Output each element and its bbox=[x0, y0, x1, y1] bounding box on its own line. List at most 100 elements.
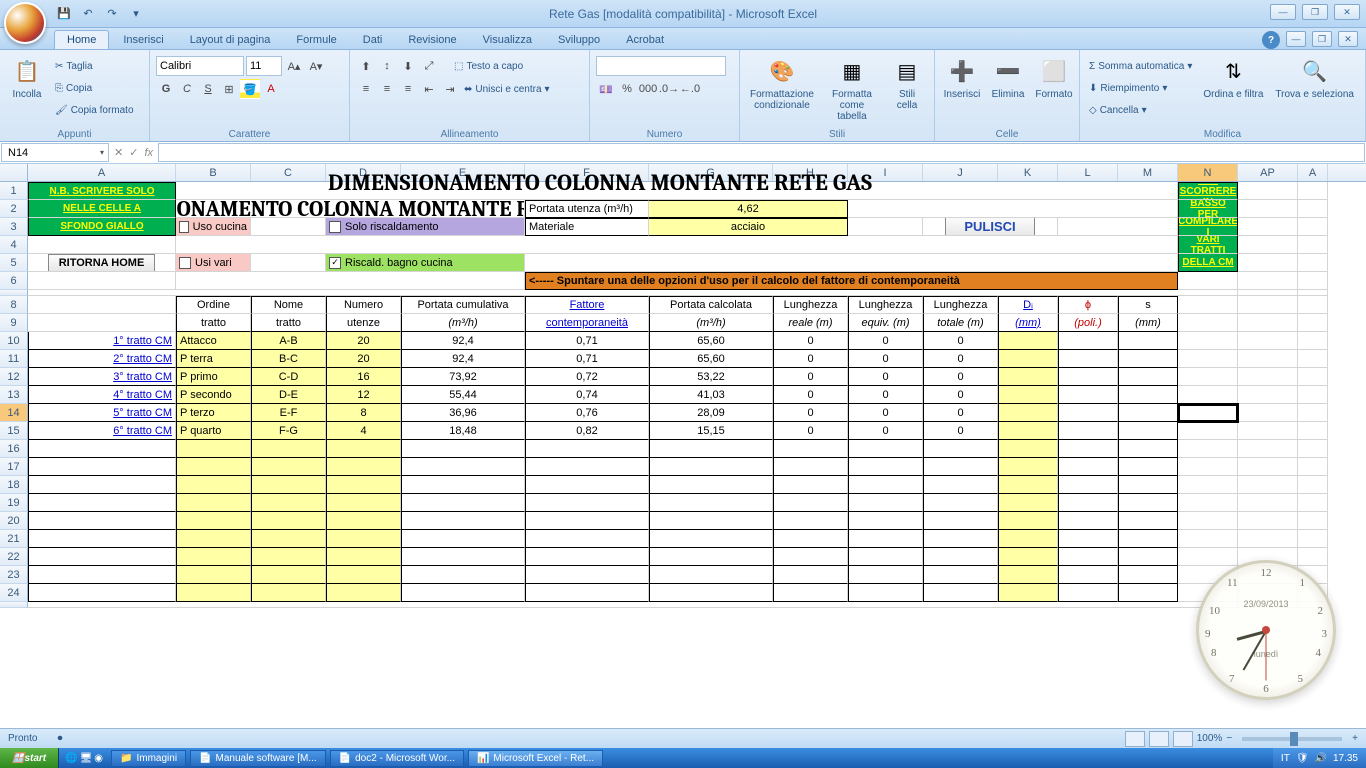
row-header[interactable]: 14 bbox=[0, 404, 28, 422]
col-header-AP[interactable]: AP bbox=[1238, 164, 1298, 181]
tab-dati[interactable]: Dati bbox=[351, 31, 395, 49]
col-header-L[interactable]: L bbox=[1058, 164, 1118, 181]
ritorna-home-button[interactable]: RITORNA HOME bbox=[28, 254, 176, 272]
minimize-button[interactable]: — bbox=[1270, 4, 1296, 20]
row-header[interactable] bbox=[0, 602, 28, 608]
col-header-G[interactable]: G bbox=[649, 164, 773, 181]
macro-record-icon[interactable]: ⏺ bbox=[57, 733, 62, 744]
row-header[interactable]: 10 bbox=[0, 332, 28, 350]
cell-styles-button[interactable]: ▤Stili cella bbox=[886, 53, 928, 113]
ribbon-minimize-button[interactable]: — bbox=[1286, 31, 1306, 47]
row-header[interactable]: 3 bbox=[0, 218, 28, 236]
paste-button[interactable]: 📋 Incolla bbox=[6, 53, 48, 102]
row-header[interactable]: 6 bbox=[0, 272, 28, 290]
merge-center-button[interactable]: ⬌ Unisci e centra ▾ bbox=[461, 79, 553, 99]
link-tratto[interactable]: 4° tratto CM bbox=[28, 386, 176, 404]
col-header-B[interactable]: B bbox=[176, 164, 251, 181]
view-normal-button[interactable] bbox=[1125, 731, 1145, 747]
row-header[interactable]: 11 bbox=[0, 350, 28, 368]
col-header-A[interactable]: A bbox=[1298, 164, 1328, 181]
clear-button[interactable]: ◇ Cancella ▾ bbox=[1086, 100, 1195, 120]
fill-button[interactable]: ⬇ Riempimento ▾ bbox=[1086, 78, 1195, 98]
col-header-D[interactable]: D bbox=[326, 164, 401, 181]
grow-font-icon[interactable]: A▴ bbox=[284, 56, 304, 76]
format-table-button[interactable]: ▦Formatta come tabella bbox=[822, 53, 882, 124]
border-button[interactable]: ⊞ bbox=[219, 79, 239, 99]
row-header[interactable]: 13 bbox=[0, 386, 28, 404]
taskbar-item-immagini[interactable]: 📁 Immagini bbox=[111, 750, 186, 767]
tab-layout[interactable]: Layout di pagina bbox=[178, 31, 283, 49]
col-header-C[interactable]: C bbox=[251, 164, 326, 181]
cut-button[interactable]: ✂ Taglia bbox=[52, 56, 137, 76]
link-fattore[interactable]: Fattore bbox=[525, 296, 649, 314]
tab-home[interactable]: Home bbox=[54, 30, 109, 49]
font-color-button[interactable]: A bbox=[261, 79, 281, 99]
row-header[interactable]: 22 bbox=[0, 548, 28, 566]
currency-icon[interactable]: 💷 bbox=[596, 79, 616, 99]
quicklaunch-chrome-icon[interactable]: ◉ bbox=[94, 753, 103, 764]
copy-button[interactable]: ⎘ Copia bbox=[52, 78, 137, 98]
row-header[interactable]: 5 bbox=[0, 254, 28, 272]
view-layout-button[interactable] bbox=[1149, 731, 1169, 747]
tab-formule[interactable]: Formule bbox=[284, 31, 348, 49]
fx-icon[interactable]: fx bbox=[144, 147, 153, 159]
link-tratto[interactable]: 5° tratto CM bbox=[28, 404, 176, 422]
row-header[interactable]: 15 bbox=[0, 422, 28, 440]
checkbox-uso-cucina[interactable]: Uso cucina bbox=[176, 218, 251, 236]
inc-decimal-icon[interactable]: .0→ bbox=[659, 79, 679, 99]
row-header[interactable]: 8 bbox=[0, 296, 28, 314]
checkbox-solo-risc[interactable]: Solo riscaldamento bbox=[326, 218, 525, 236]
tray-icon[interactable]: 🛡 bbox=[1296, 753, 1309, 764]
link-tratto[interactable]: 3° tratto CM bbox=[28, 368, 176, 386]
col-header-J[interactable]: J bbox=[923, 164, 998, 181]
checkbox-usi-vari[interactable]: Usi vari bbox=[176, 254, 251, 272]
confirm-fx-icon[interactable]: ✓ bbox=[129, 146, 138, 159]
tab-sviluppo[interactable]: Sviluppo bbox=[546, 31, 612, 49]
col-header-N[interactable]: N bbox=[1178, 164, 1238, 181]
font-name-select[interactable] bbox=[156, 56, 244, 76]
shrink-font-icon[interactable]: A▾ bbox=[306, 56, 326, 76]
sort-filter-button[interactable]: ⇅Ordina e filtra bbox=[1199, 53, 1267, 102]
close-button[interactable]: ✕ bbox=[1334, 4, 1360, 20]
maximize-button[interactable]: ❐ bbox=[1302, 4, 1328, 20]
align-center-icon[interactable]: ≡ bbox=[377, 79, 397, 99]
underline-button[interactable]: S bbox=[198, 79, 218, 99]
format-painter-button[interactable]: 🖌 Copia formato bbox=[52, 100, 137, 120]
col-header-M[interactable]: M bbox=[1118, 164, 1178, 181]
italic-button[interactable]: C bbox=[177, 79, 197, 99]
col-header-F[interactable]: F bbox=[525, 164, 649, 181]
taskbar-item-doc2[interactable]: 📄 doc2 - Microsoft Wor... bbox=[330, 750, 464, 767]
col-header-A[interactable]: A bbox=[28, 164, 176, 181]
materiale-value[interactable]: acciaio bbox=[649, 218, 848, 236]
checkbox-risc-bagno[interactable]: ✓Riscald. bagno cucina bbox=[326, 254, 525, 272]
align-left-icon[interactable]: ≡ bbox=[356, 79, 376, 99]
zoom-out-button[interactable]: − bbox=[1226, 733, 1232, 744]
tray-lang[interactable]: IT bbox=[1281, 753, 1290, 764]
col-header-E[interactable]: E bbox=[401, 164, 525, 181]
tab-revisione[interactable]: Revisione bbox=[396, 31, 468, 49]
bold-button[interactable]: G bbox=[156, 79, 176, 99]
align-middle-icon[interactable]: ↕ bbox=[377, 56, 397, 76]
name-box[interactable]: N14 bbox=[1, 143, 109, 162]
taskbar-item-manuale[interactable]: 📄 Manuale software [M... bbox=[190, 750, 326, 767]
percent-icon[interactable]: % bbox=[617, 79, 637, 99]
link-tratto[interactable]: 1° tratto CM bbox=[28, 332, 176, 350]
row-header[interactable]: 23 bbox=[0, 566, 28, 584]
qat-dropdown-icon[interactable]: ▾ bbox=[126, 4, 146, 24]
taskbar-item-excel[interactable]: 📊 Microsoft Excel - Ret... bbox=[468, 750, 603, 767]
row-header[interactable]: 24 bbox=[0, 584, 28, 602]
zoom-in-button[interactable]: + bbox=[1352, 733, 1358, 744]
row-header[interactable]: 12 bbox=[0, 368, 28, 386]
tab-acrobat[interactable]: Acrobat bbox=[614, 31, 676, 49]
autosum-button[interactable]: Σ Somma automatica ▾ bbox=[1086, 56, 1195, 76]
quicklaunch-ie-icon[interactable]: 🌐 bbox=[65, 753, 77, 764]
indent-dec-icon[interactable]: ⇤ bbox=[419, 79, 439, 99]
quicklaunch-desktop-icon[interactable]: 🖥 bbox=[80, 753, 93, 764]
col-header-K[interactable]: K bbox=[998, 164, 1058, 181]
row-header[interactable]: 9 bbox=[0, 314, 28, 332]
find-select-button[interactable]: 🔍Trova e seleziona bbox=[1271, 53, 1358, 102]
delete-cells-button[interactable]: ➖Elimina bbox=[987, 53, 1029, 102]
select-all-corner[interactable] bbox=[0, 164, 28, 181]
row-header[interactable]: 17 bbox=[0, 458, 28, 476]
tray-icon2[interactable]: 🔊 bbox=[1315, 753, 1327, 764]
